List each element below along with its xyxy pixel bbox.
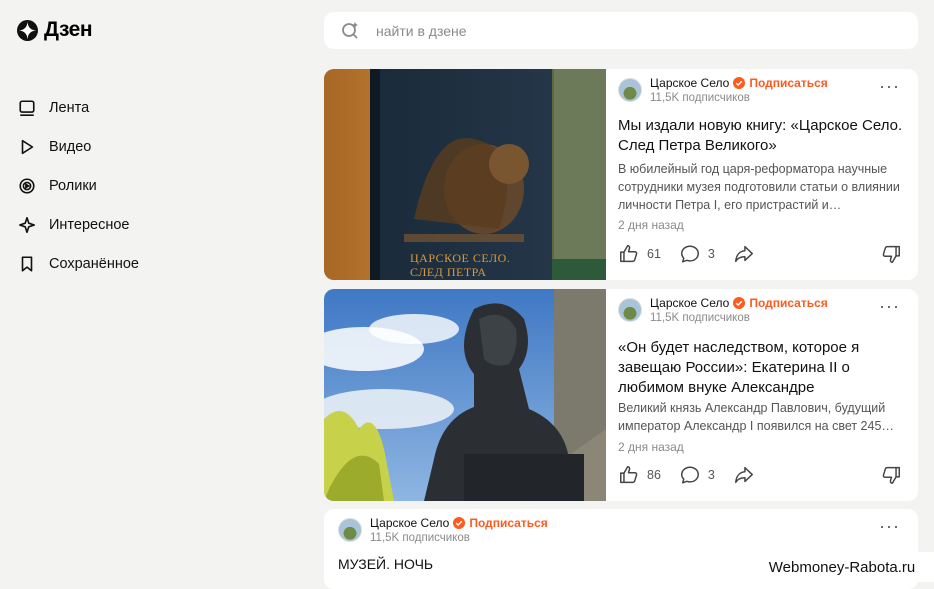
more-options-icon[interactable]: ··· <box>879 517 900 535</box>
subscriber-count: 11,5K подписчиков <box>370 532 470 544</box>
search-icon <box>342 21 358 39</box>
subscriber-count: 11,5K подписчиков <box>650 92 750 104</box>
post-title[interactable]: МУЗЕЙ. НОЧЬ <box>338 556 433 572</box>
article-title[interactable]: «Он будет наследством, которое я завещаю… <box>618 338 910 398</box>
sidebar-nav: Лента Видео Ролики Интересное Сохранённо… <box>18 88 139 283</box>
channel-avatar[interactable] <box>618 78 642 102</box>
more-options-icon[interactable]: ··· <box>879 297 900 315</box>
bookmark-icon <box>21 255 33 272</box>
article-image[interactable] <box>324 289 606 501</box>
subscribe-button[interactable]: Подписаться <box>749 296 827 310</box>
search-bar[interactable] <box>324 12 918 49</box>
verified-icon <box>733 77 746 89</box>
comment-count: 3 <box>707 468 715 482</box>
like-button[interactable]: 61 <box>618 243 661 265</box>
share-icon <box>734 466 753 484</box>
like-icon <box>620 466 638 484</box>
comment-button[interactable]: 3 <box>679 243 715 265</box>
dzen-logo[interactable]: Дзен <box>17 18 93 42</box>
play-icon <box>21 139 34 154</box>
verified-icon <box>733 297 746 309</box>
channel-row: Царское Село Подписаться 11,5K подписчик… <box>618 76 828 104</box>
channel-row: Царское Село Подписаться 11,5K подписчик… <box>618 296 828 324</box>
sidebar-item-label: Видео <box>49 138 92 155</box>
subscriber-count: 11,5K подписчиков <box>650 312 750 324</box>
sidebar-item-saved[interactable]: Сохранённое <box>18 244 139 283</box>
verified-icon <box>453 517 466 529</box>
shorts-icon <box>19 177 35 194</box>
interesting-icon <box>18 216 36 233</box>
sidebar-item-label: Интересное <box>49 216 130 233</box>
sidebar-item-label: Сохранённое <box>49 255 139 272</box>
sidebar-item-video[interactable]: Видео <box>18 127 139 166</box>
like-button[interactable]: 86 <box>618 464 661 486</box>
subscribe-button[interactable]: Подписаться <box>469 516 547 530</box>
book-cover-photo <box>324 69 606 280</box>
channel-name[interactable]: Царское Село <box>650 296 729 310</box>
like-count: 86 <box>647 468 661 482</box>
action-bar: 86 3 <box>618 464 773 486</box>
dislike-button[interactable] <box>880 243 902 270</box>
sidebar-item-label: Ролики <box>49 177 97 194</box>
feed-card[interactable]: Царское Село Подписаться 11,5K подписчик… <box>324 289 918 501</box>
comment-icon <box>680 466 699 484</box>
share-button[interactable] <box>733 243 755 265</box>
article-description[interactable]: Великий князь Александр Павлович, будущи… <box>618 399 908 435</box>
book-cover-title: ЦАРСКОЕ СЕЛО. СЛЕД ПЕТРА ВЕЛИКОГО <box>410 251 511 280</box>
channel-name[interactable]: Царское Село <box>370 516 449 530</box>
share-button[interactable] <box>733 464 755 486</box>
feed-card[interactable]: ЦАРСКОЕ СЕЛО. СЛЕД ПЕТРА ВЕЛИКОГО Царско… <box>324 69 918 280</box>
dislike-icon <box>882 466 900 484</box>
article-title[interactable]: Мы издали новую книгу: «Царское Село. Сл… <box>618 116 910 156</box>
logo-text: Дзен <box>44 18 93 41</box>
comment-icon <box>680 245 699 263</box>
article-description[interactable]: В юбилейный год царя-реформатора научные… <box>618 160 908 214</box>
publish-date: 2 дня назад <box>618 440 684 454</box>
dislike-button[interactable] <box>880 464 902 491</box>
sidebar-item-label: Лента <box>49 99 90 116</box>
search-input[interactable] <box>374 21 858 40</box>
channel-name[interactable]: Царское Село <box>650 76 729 90</box>
sidebar-item-feed[interactable]: Лента <box>18 88 139 127</box>
watermark: Webmoney-Rabota.ru <box>750 552 934 582</box>
publish-date: 2 дня назад <box>618 218 684 232</box>
like-icon <box>620 245 638 263</box>
channel-avatar[interactable] <box>338 518 362 542</box>
channel-avatar[interactable] <box>618 298 642 322</box>
like-count: 61 <box>647 247 661 261</box>
dzen-logo-icon <box>17 19 38 41</box>
share-icon <box>734 245 753 263</box>
subscribe-button[interactable]: Подписаться <box>749 76 827 90</box>
feed-icon <box>19 99 35 116</box>
channel-row: Царское Село Подписаться 11,5K подписчик… <box>338 516 548 544</box>
comment-count: 3 <box>707 247 715 261</box>
comment-button[interactable]: 3 <box>679 464 715 486</box>
bust-photo <box>324 289 606 501</box>
action-bar: 61 3 <box>618 243 773 265</box>
article-image[interactable]: ЦАРСКОЕ СЕЛО. СЛЕД ПЕТРА ВЕЛИКОГО <box>324 69 606 280</box>
more-options-icon[interactable]: ··· <box>879 77 900 95</box>
sidebar-item-shorts[interactable]: Ролики <box>18 166 139 205</box>
dislike-icon <box>882 245 900 263</box>
sidebar-item-interesting[interactable]: Интересное <box>18 205 139 244</box>
